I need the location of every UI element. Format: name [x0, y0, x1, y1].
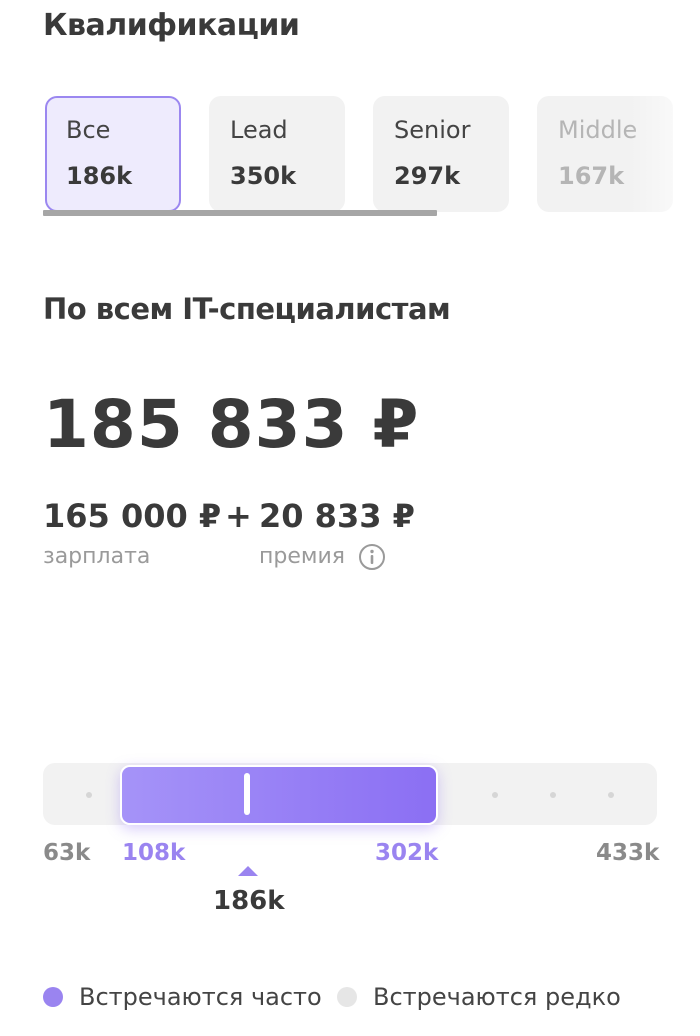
bonus-value: 20 833 ₽: [259, 497, 415, 535]
legend-rare-dot: [337, 987, 357, 1007]
bonus-label: премия: [259, 544, 346, 569]
tab-all[interactable]: Все 186k: [45, 96, 181, 212]
track-dot: [608, 792, 614, 798]
plus-sign: +: [225, 497, 252, 535]
qualification-tabs: Все 186k Lead 350k Senior 297k Middle 16…: [43, 96, 700, 216]
salary-range-bar[interactable]: [120, 765, 438, 825]
tab-count: 186k: [66, 162, 133, 190]
tab-label: Lead: [230, 116, 288, 144]
tab-lead[interactable]: Lead 350k: [209, 96, 345, 212]
tab-senior[interactable]: Senior 297k: [373, 96, 509, 212]
scale-range-low: 108k: [122, 840, 186, 866]
scale-range-high: 302k: [375, 840, 439, 866]
tab-count: 167k: [558, 162, 625, 190]
legend-frequent-dot: [43, 987, 63, 1007]
salary-label: зарплата: [43, 544, 151, 569]
legend-rare-label: Встречаются редко: [373, 983, 621, 1011]
tabs-scrollbar[interactable]: [43, 210, 437, 216]
median-marker-icon: [238, 866, 258, 876]
tab-count: 350k: [230, 162, 297, 190]
tab-count: 297k: [394, 162, 461, 190]
tab-middle[interactable]: Middle 167k: [537, 96, 673, 212]
track-dot: [492, 792, 498, 798]
legend-frequent-label: Встречаются часто: [79, 983, 322, 1011]
info-icon[interactable]: [358, 543, 386, 571]
section-title: Квалификации: [43, 8, 300, 43]
page-subtitle: По всем IT-специалистам: [43, 292, 451, 326]
salary-value: 165 000 ₽: [43, 497, 222, 535]
tab-label: Все: [66, 116, 111, 144]
total-income: 185 833 ₽: [43, 386, 420, 463]
scale-max: 433k: [596, 840, 660, 866]
median-value: 186k: [213, 886, 285, 916]
range-handle[interactable]: [244, 773, 250, 815]
track-dot: [550, 792, 556, 798]
tab-label: Middle: [558, 116, 638, 144]
tab-label: Senior: [394, 116, 471, 144]
scale-min: 63k: [43, 840, 91, 866]
track-dot: [86, 792, 92, 798]
